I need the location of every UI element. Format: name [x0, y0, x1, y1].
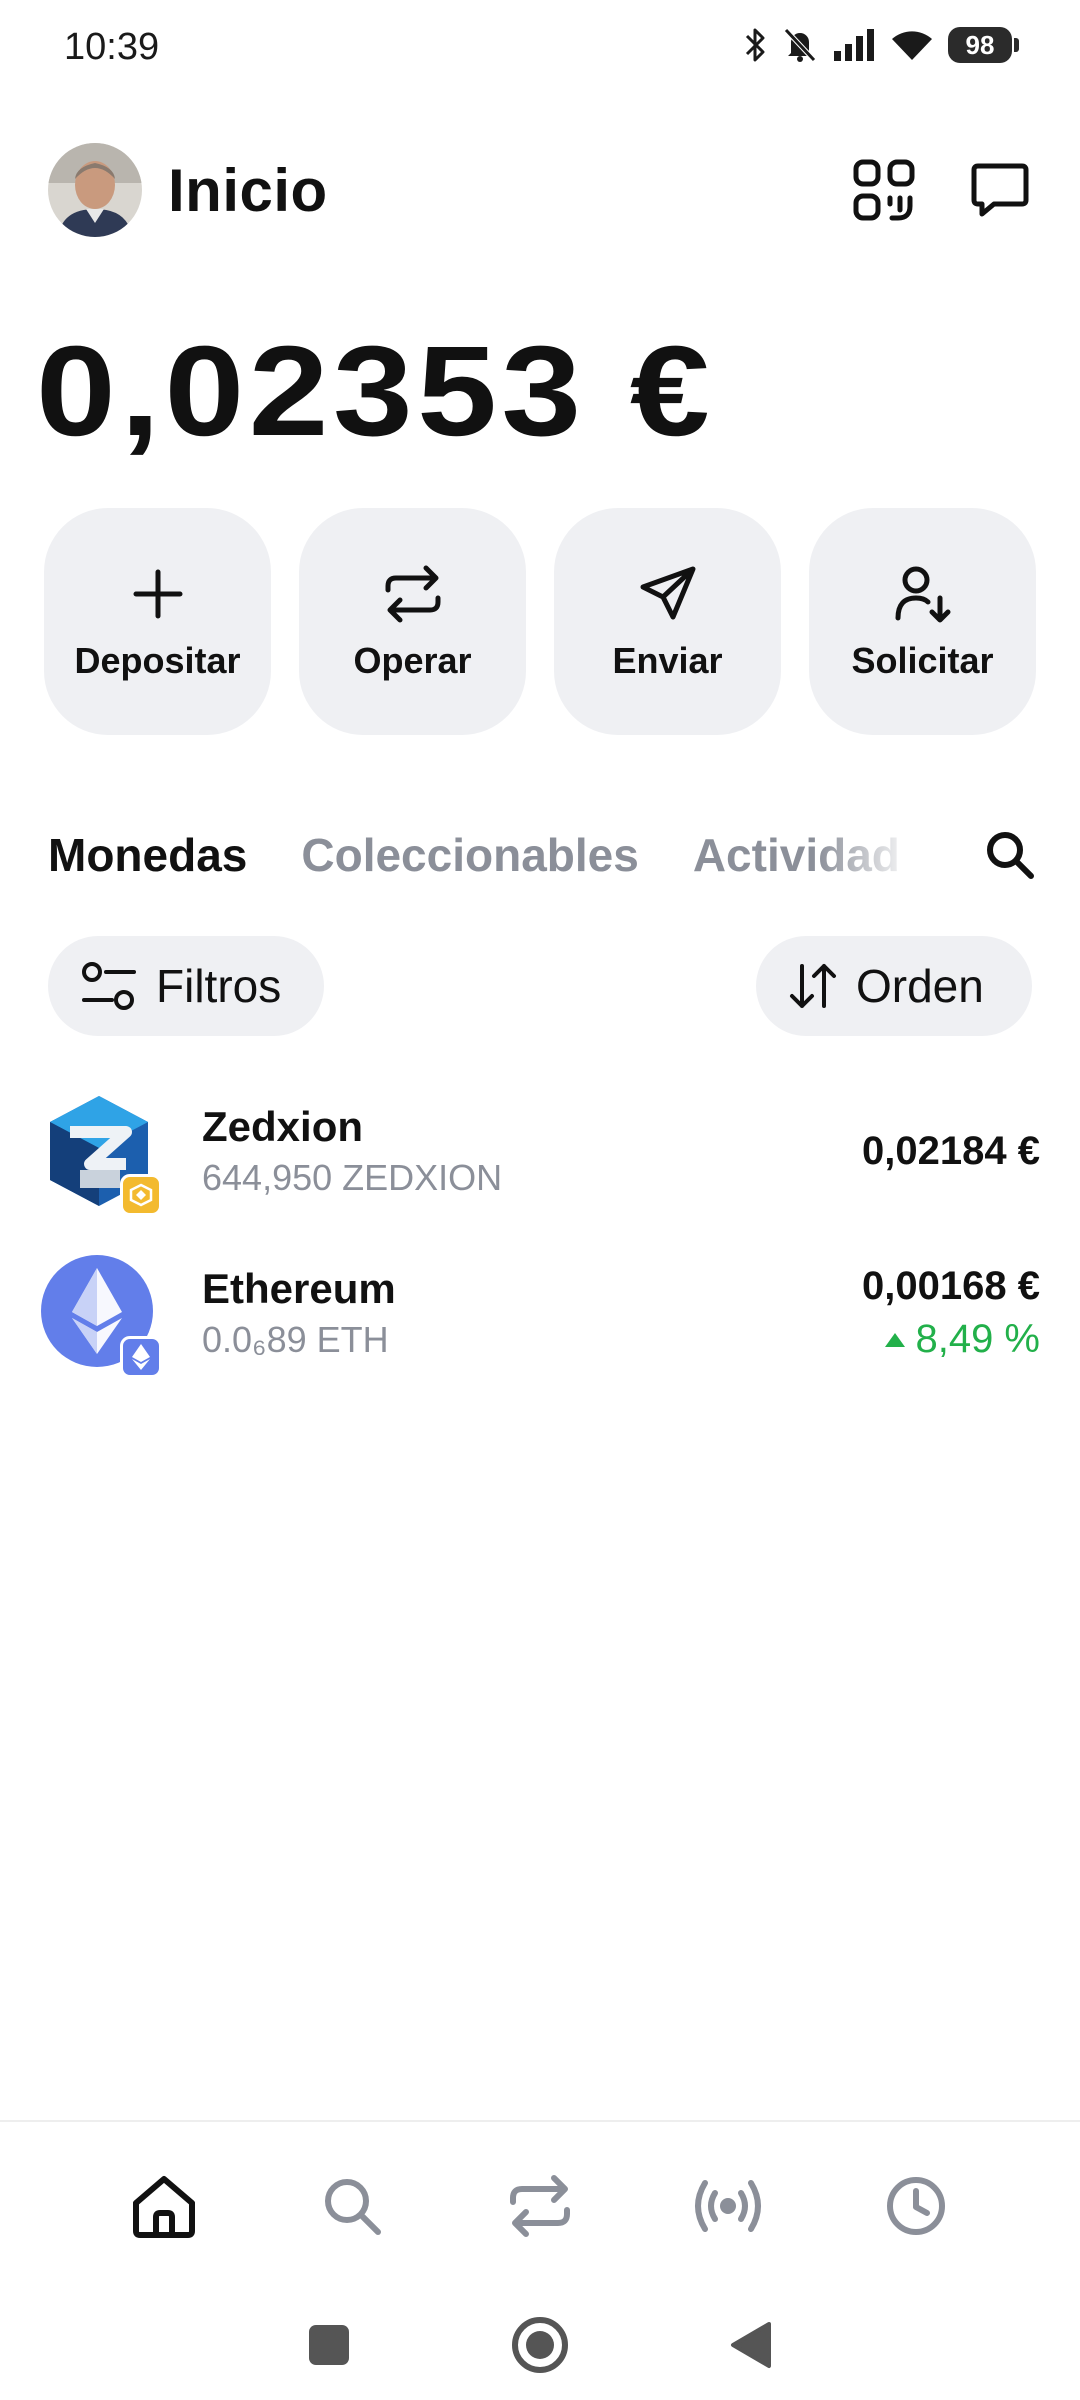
search-icon [325, 2179, 381, 2235]
battery-indicator: 98 [948, 27, 1019, 63]
wifi-icon [892, 31, 932, 60]
nav-search[interactable] [307, 2161, 397, 2251]
square-icon [309, 2325, 349, 2365]
send-button[interactable]: Enviar [554, 508, 781, 735]
asset-right: 0,00168 € 8,49 % [862, 1264, 1040, 1362]
tab-activity[interactable]: Actividad [693, 828, 900, 882]
tab-coins[interactable]: Monedas [48, 828, 247, 882]
back-triangle-icon [731, 2322, 771, 2368]
header-actions [852, 158, 1032, 222]
qr-scan-icon [853, 159, 915, 221]
asset-value: 0,00168 € [862, 1264, 1040, 1308]
asset-name: Zedxion [202, 1103, 364, 1150]
swap-icon [382, 562, 444, 626]
asset-value: 0,02184 € [862, 1128, 1040, 1173]
bnb-chain-badge-icon [120, 1174, 162, 1216]
asset-row-ethereum[interactable]: Ethereum 0.0₆89 ETH 0,00168 € 8,49 % [40, 1248, 1040, 1378]
qr-scan-button[interactable] [852, 158, 916, 222]
tab-search-button[interactable] [980, 825, 1040, 885]
recents-button[interactable] [307, 2323, 351, 2367]
page-title: Inicio [168, 156, 328, 224]
request-label: Solicitar [851, 639, 994, 681]
status-bar: 10:39 98 [0, 0, 1080, 100]
asset-name: Ethereum [202, 1265, 396, 1312]
filters-label: Filtros [156, 960, 282, 1012]
deposit-button[interactable]: Depositar [44, 508, 271, 735]
home-icon [133, 2176, 195, 2238]
ethereum-network-badge-icon [120, 1336, 162, 1378]
signal-icon [834, 29, 874, 61]
bottom-nav [0, 2120, 1080, 2290]
system-nav [0, 2290, 1080, 2400]
back-button[interactable] [729, 2320, 773, 2370]
asset-amount: 0.0₆89 ETH [202, 1319, 389, 1360]
tab-collectibles[interactable]: Coleccionables [301, 828, 638, 882]
asset-amount: 644,950 ZEDXION [202, 1157, 503, 1198]
price-up-icon [885, 1332, 906, 1347]
status-icons: 98 [744, 26, 1019, 64]
header: Inicio [48, 140, 1032, 240]
ethereum-logo-icon [40, 1254, 162, 1378]
messages-button[interactable] [968, 158, 1032, 222]
action-buttons: Depositar Operar Enviar Solicitar [44, 508, 1038, 735]
trade-button[interactable]: Operar [299, 508, 526, 735]
bell-muted-icon [784, 28, 816, 62]
broadcast-icon [695, 2180, 761, 2232]
sort-label: Orden [856, 960, 984, 1012]
avatar[interactable] [48, 143, 142, 237]
trade-label: Operar [353, 639, 472, 681]
nav-history[interactable] [871, 2161, 961, 2251]
deposit-label: Depositar [74, 639, 241, 681]
nav-swap[interactable] [495, 2161, 585, 2251]
nav-broadcast[interactable] [683, 2161, 773, 2251]
zedxion-logo-icon [40, 1092, 162, 1216]
asset-right: 0,02184 € [862, 1129, 1040, 1174]
asset-row-zedxion[interactable]: Zedxion 644,950 ZEDXION 0,02184 € [40, 1086, 1040, 1216]
search-icon [987, 832, 1034, 879]
asset-text: Ethereum 0.0₆89 ETH [202, 1265, 396, 1361]
send-label: Enviar [612, 639, 723, 681]
asset-change: 8,49 % [885, 1317, 1040, 1362]
clock-icon [887, 2177, 945, 2235]
asset-change-value: 8,49 % [915, 1317, 1040, 1361]
avatar-image [48, 143, 142, 237]
swap-icon [510, 2175, 570, 2237]
sort-icon [790, 964, 836, 1008]
tab-bar: Monedas Coleccionables Actividad [48, 820, 1040, 890]
sort-button[interactable]: Orden [756, 936, 1032, 1036]
home-system-button[interactable] [511, 2316, 569, 2374]
plus-icon [132, 562, 184, 626]
filters-button[interactable]: Filtros [48, 936, 324, 1036]
asset-text: Zedxion 644,950 ZEDXION [202, 1103, 502, 1199]
send-icon [639, 562, 697, 626]
request-button[interactable]: Solicitar [809, 508, 1036, 735]
filter-row: Filtros Orden [48, 936, 1032, 1036]
circle-icon [512, 2317, 568, 2373]
request-icon [894, 562, 952, 626]
nav-home[interactable] [119, 2161, 209, 2251]
status-time: 10:39 [64, 26, 160, 68]
chat-icon [971, 163, 1029, 217]
bluetooth-icon [745, 28, 765, 62]
filters-icon [82, 962, 136, 1010]
total-balance: 0,02353 € [36, 320, 715, 463]
